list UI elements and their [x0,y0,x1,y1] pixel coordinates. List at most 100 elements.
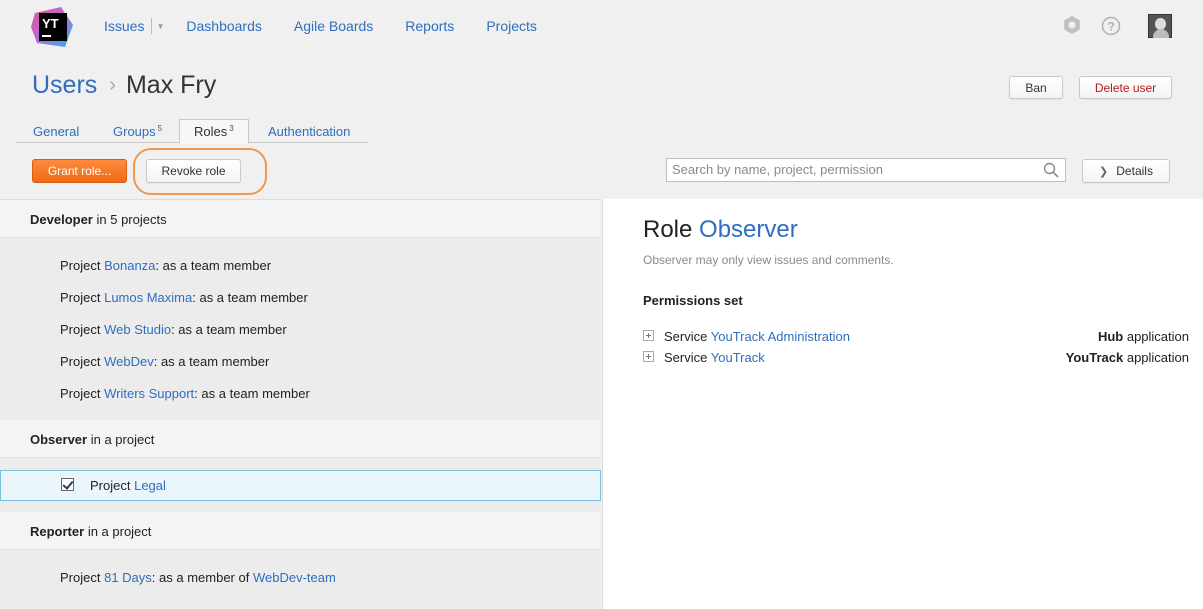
expand-icon[interactable] [643,351,654,362]
application-suffix: application [1126,329,1189,344]
nav-dashboards[interactable]: Dashboards [186,18,262,34]
item-suffix: : as a team member [155,258,272,273]
project-link[interactable]: WebDev [104,354,154,369]
youtrack-logo[interactable]: YT [31,7,73,47]
role-scope: in a project [90,432,155,447]
role-name: Observer [30,432,88,447]
role-group-observer[interactable]: Observer in a project [0,420,600,458]
permission-application: Hub application [1098,329,1189,344]
roles-list: Developer in 5 projects Project Bonanza:… [0,199,601,609]
item-suffix: : as a team member [153,354,270,369]
tab-roles[interactable]: Roles 3 [179,119,249,144]
service-link[interactable]: YouTrack [711,350,765,365]
item-suffix: : as a member of [151,570,250,585]
search-icon[interactable] [1043,162,1059,178]
nav-issues[interactable]: Issues [104,18,144,34]
details-label: Details [1116,164,1153,178]
application-name: Hub [1097,329,1124,344]
logo-text: YT [42,16,59,31]
tab-groups-label: Groups [113,123,156,139]
item-prefix: Project [60,354,101,369]
role-detail-panel: Role Observer Observer may only view iss… [602,199,1203,609]
tab-general-label: General [33,123,80,139]
search-input[interactable]: Search by name, project, permission [666,158,1066,182]
search-placeholder: Search by name, project, permission [672,162,883,177]
main-nav: Issues ▼ Dashboards Agile Boards Reports… [104,18,569,34]
item-suffix: : as a team member [194,386,310,401]
service-link[interactable]: YouTrack Administration [711,329,850,344]
help-icon[interactable]: ? [1101,16,1121,36]
breadcrumb-separator: › [109,74,116,96]
grant-role-button[interactable]: Grant role... [32,159,127,183]
item-prefix: Project [60,386,101,401]
checkbox-checked[interactable] [61,478,74,491]
role-name: Developer [30,212,93,227]
service-prefix: Service [664,350,708,365]
service-prefix: Service [664,329,708,344]
role-word: Role [643,216,693,243]
delete-user-button[interactable]: Delete user [1079,76,1172,99]
tab-groups-count: 5 [157,123,163,133]
item-prefix: Project [60,290,101,305]
role-group-developer[interactable]: Developer in 5 projects [0,200,600,238]
role-name-link[interactable]: Observer [699,216,798,243]
permissions-heading: Permissions set [643,293,743,308]
project-link[interactable]: Writers Support [104,386,194,401]
item-prefix: Project [60,258,101,273]
list-item[interactable]: Project Lumos Maxima: as a team member [60,290,308,305]
list-item[interactable]: Project 81 Days: as a member of WebDev-t… [60,570,336,585]
project-link[interactable]: Lumos Maxima [104,290,192,305]
permission-application: YouTrack application [1066,350,1189,365]
tab-authentication-label: Authentication [268,123,351,139]
nav-agile-boards[interactable]: Agile Boards [294,18,373,34]
page-title: Users › Max Fry [32,71,216,100]
details-button[interactable]: ❯ Details [1082,159,1170,183]
settings-icon[interactable] [1062,15,1082,35]
project-link[interactable]: Legal [134,478,166,493]
top-navigation-bar: YT Issues ▼ Dashboards Agile Boards Repo… [0,0,1203,60]
tab-roles-count: 3 [229,124,234,133]
list-item[interactable]: Project Web Studio: as a team member [60,322,287,337]
item-prefix: Project [60,322,101,337]
role-scope: in a project [87,524,152,539]
role-description: Observer may only view issues and commen… [643,253,894,267]
item-prefix: Project [90,478,131,493]
project-link[interactable]: 81 Days [104,570,152,585]
user-name: Max Fry [125,71,217,99]
expand-icon[interactable] [643,330,654,341]
item-prefix: Project [60,570,101,585]
project-link[interactable]: Bonanza [104,258,155,273]
revoke-role-button[interactable]: Revoke role [146,159,241,183]
group-link[interactable]: WebDev-team [253,570,336,585]
list-item[interactable]: Project WebDev: as a team member [60,354,269,369]
svg-text:?: ? [1108,20,1115,34]
chevron-right-icon: ❯ [1099,165,1109,178]
list-item[interactable]: Project Writers Support: as a team membe… [60,386,310,401]
tab-authentication[interactable]: Authentication [268,119,350,143]
nav-issues-label: Issues [104,18,145,34]
role-scope: in 5 projects [96,212,167,227]
user-tabs: General Groups 5 Roles 3 Authentication [16,119,368,144]
list-item[interactable]: Project Bonanza: as a team member [60,258,271,273]
item-suffix: : as a team member [192,290,308,305]
application-name: YouTrack [1065,350,1124,365]
tab-groups[interactable]: Groups 5 [113,119,162,143]
tab-roles-label: Roles [194,124,228,139]
chevron-down-icon[interactable]: ▼ [156,18,164,34]
list-item-selected[interactable]: Project Legal [0,470,601,501]
permission-service: Service YouTrack Administration [664,329,850,344]
permission-service: Service YouTrack [664,350,765,365]
item-suffix: : as a team member [171,322,287,337]
project-link[interactable]: Web Studio [104,322,171,337]
role-name: Reporter [30,524,85,539]
nav-reports[interactable]: Reports [405,18,454,34]
breadcrumb-users[interactable]: Users [32,71,97,100]
nav-separator [151,18,153,34]
role-group-reporter[interactable]: Reporter in a project [0,512,600,550]
application-suffix: application [1126,350,1189,365]
tab-general[interactable]: General [33,119,79,143]
user-avatar[interactable] [1148,14,1172,38]
ban-button[interactable]: Ban [1009,76,1063,99]
nav-projects[interactable]: Projects [486,18,537,34]
role-detail-title: Role Observer [643,216,798,244]
